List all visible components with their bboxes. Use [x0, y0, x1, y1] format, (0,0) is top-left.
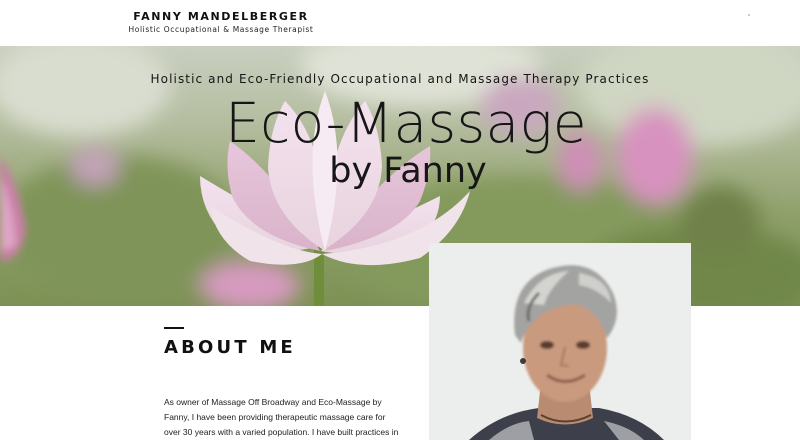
about-heading: ABOUT ME: [164, 337, 296, 358]
about-paragraph: As owner of Massage Off Broadway and Eco…: [164, 397, 399, 437]
hero-title-second-line: by Fanny: [329, 151, 487, 191]
site-header: FANNY MANDELBERGER Holistic Occupational…: [0, 0, 800, 46]
brand-name[interactable]: FANNY MANDELBERGER: [126, 10, 316, 24]
about-divider: [164, 327, 184, 329]
portrait-photo: [429, 243, 691, 440]
brand-tagline: Holistic Occupational & Massage Therapis…: [128, 25, 314, 34]
portrait-image: [429, 243, 691, 440]
menu-dot-icon: [748, 14, 750, 16]
hero-subtitle: Holistic and Eco-Friendly Occupational a…: [150, 72, 650, 86]
site-brand[interactable]: FANNY MANDELBERGER Holistic Occupational…: [126, 10, 316, 36]
